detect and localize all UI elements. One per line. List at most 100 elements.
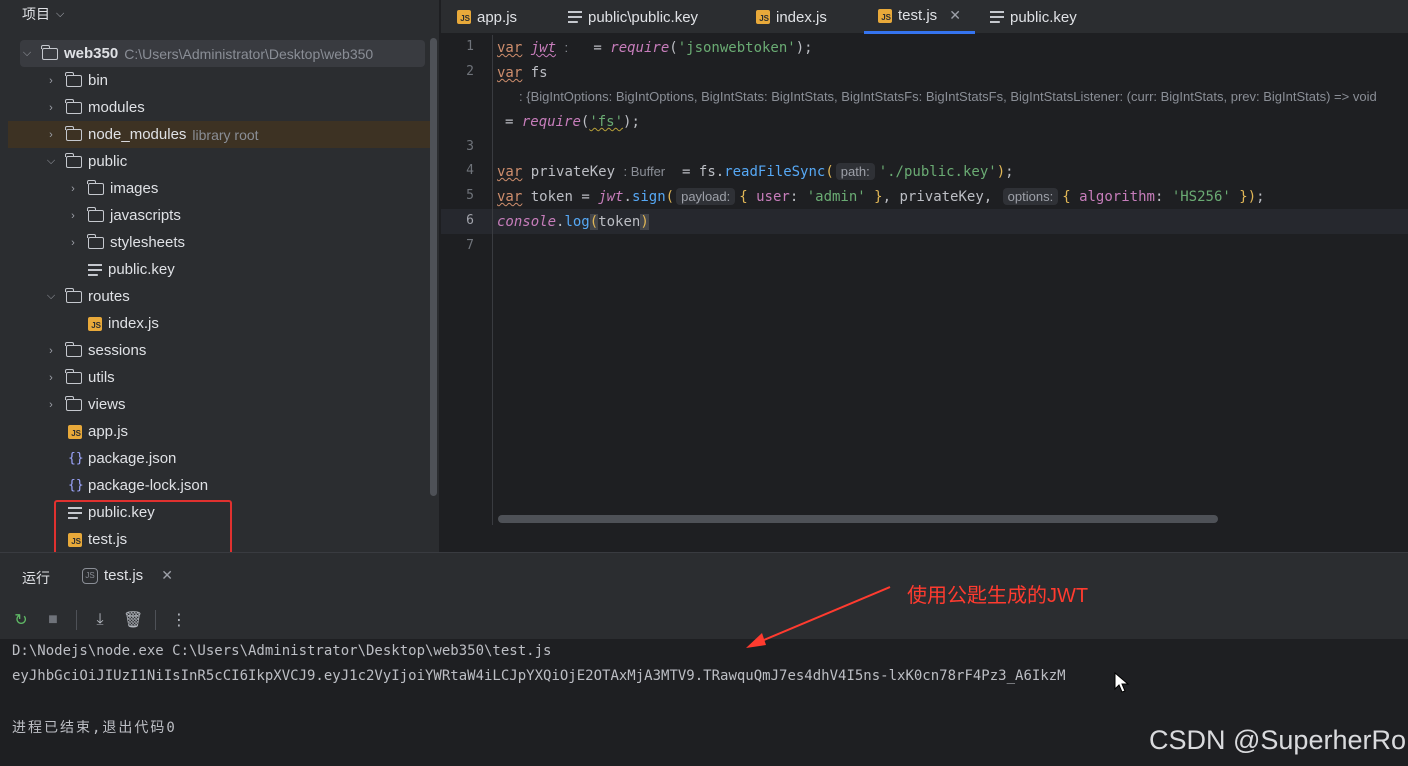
tree-item-public[interactable]: ⌵ public [8, 148, 425, 175]
folder-icon [65, 71, 82, 87]
folder-icon [65, 125, 82, 141]
line-number: 2 [466, 64, 474, 79]
type-hint-fs: : {BigIntOptions: BigIntOptions, BigIntS… [519, 89, 1377, 104]
tree-item-label: stylesheets [110, 234, 186, 251]
line-number: 4 [466, 163, 474, 178]
project-view-selector[interactable]: 项目 ⌵ [22, 4, 64, 24]
mouse-cursor-icon [1114, 672, 1130, 693]
js-file-icon: JS [68, 424, 82, 439]
line-number: 6 [466, 213, 474, 228]
run-tab-label: test.js [104, 567, 144, 584]
rerun-icon[interactable]: ↻ [12, 610, 30, 630]
tab-label: index.js [776, 8, 827, 26]
tab-public-key[interactable]: public.key [990, 0, 1077, 34]
nodejs-icon: JS [82, 567, 98, 584]
stop-icon[interactable]: ■ [44, 611, 62, 629]
chevron-down-icon: ⌵ [56, 7, 65, 20]
editor-tab-bar: JS app.js public\public.key JS index.js … [441, 0, 1408, 34]
console-line: 进程已结束,退出代码0 [12, 720, 177, 736]
code-editor[interactable]: 1 2 3 4 5 6 7 var jwt : = require('jsonw… [441, 35, 1408, 525]
close-icon[interactable]: ✕ [949, 7, 961, 24]
tree-item-index-js[interactable]: JS index.js [8, 310, 425, 337]
project-tool-window: 项目 ⌵ ⌵ web350 C:\Users\Administrator\Des… [0, 0, 440, 557]
chevron-right-icon[interactable]: › [44, 345, 58, 357]
run-title: 运行 [22, 570, 50, 586]
highlight-box [54, 500, 232, 557]
js-file-icon: JS [457, 10, 471, 24]
param-hint: path: [835, 163, 875, 180]
folder-icon [41, 44, 58, 60]
json-file-icon: {} [68, 451, 84, 466]
chevron-right-icon[interactable]: › [44, 129, 58, 141]
folder-icon [65, 341, 82, 357]
tab-public-public-key[interactable]: public\public.key [568, 0, 698, 34]
line-number: 1 [466, 39, 474, 54]
tree-item-package-lock-json[interactable]: {} package-lock.json [8, 472, 425, 499]
tab-label: app.js [477, 8, 518, 26]
more-options-icon[interactable]: ⋮ [170, 610, 188, 630]
tab-app-js[interactable]: JS app.js [457, 0, 517, 34]
tab-index-js[interactable]: JS index.js [756, 0, 827, 34]
tree-item-label: modules [88, 99, 145, 116]
line-number: 7 [466, 238, 474, 253]
js-file-icon: JS [878, 8, 892, 23]
scroll-to-end-icon[interactable]: ⤓ [91, 611, 109, 629]
tree-item-bin[interactable]: › bin [8, 67, 425, 94]
tree-item-label: node_modules [88, 126, 187, 143]
param-hint: payload: [676, 188, 736, 205]
folder-icon [87, 233, 104, 249]
js-file-icon: JS [756, 10, 770, 24]
chevron-right-icon[interactable]: › [66, 210, 80, 222]
chevron-right-icon[interactable]: › [44, 372, 58, 384]
tree-item-label: public.key [108, 261, 175, 278]
run-tab-test-js[interactable]: JS test.js ✕ [82, 567, 173, 584]
json-file-icon: {} [68, 478, 84, 493]
tree-item-public-key-nested[interactable]: public.key [8, 256, 425, 283]
chevron-right-icon[interactable]: › [44, 75, 58, 87]
chevron-right-icon[interactable]: › [44, 102, 58, 114]
text-file-icon [568, 11, 582, 23]
tree-item-modules[interactable]: › modules [8, 94, 425, 121]
toolbar-separator [155, 610, 156, 630]
tree-item-images[interactable]: › images [8, 175, 425, 202]
close-icon[interactable]: ✕ [161, 567, 173, 584]
chevron-down-icon[interactable]: ⌵ [44, 290, 58, 303]
chevron-right-icon[interactable]: › [66, 237, 80, 249]
chevron-down-icon[interactable]: ⌵ [44, 155, 58, 168]
run-toolbar: ↻ ■ ⤓ 🗑 ⋮ [0, 601, 1408, 639]
tree-item-path: C:\Users\Administrator\Desktop\web350 [124, 45, 374, 62]
tree-item-package-json[interactable]: {} package.json [8, 445, 425, 472]
project-header-label: 项目 [22, 6, 50, 22]
chevron-right-icon[interactable]: › [44, 399, 58, 411]
tree-item-views[interactable]: › views [8, 391, 425, 418]
chevron-down-icon[interactable]: ⌵ [20, 47, 34, 60]
editor-horizontal-scrollbar[interactable] [498, 515, 1218, 523]
tree-item-label: utils [88, 369, 115, 386]
tree-item-node-modules[interactable]: › node_modules library root [8, 121, 431, 148]
folder-icon [65, 152, 82, 168]
js-file-icon: JS [88, 316, 102, 331]
tree-item-label: views [88, 396, 126, 413]
tree-item-label: public [88, 153, 128, 170]
annotation-arrow [746, 586, 891, 648]
tree-item-routes[interactable]: ⌵ routes [8, 283, 425, 310]
project-scrollbar[interactable] [430, 38, 437, 496]
tab-test-js[interactable]: JS test.js ✕ [864, 0, 975, 34]
tree-item-label: app.js [88, 423, 129, 440]
tree-item-javascripts[interactable]: › javascripts [8, 202, 425, 229]
trash-icon[interactable]: 🗑 [123, 610, 143, 630]
tree-item-utils[interactable]: › utils [8, 364, 425, 391]
tab-label: public.key [1010, 8, 1077, 26]
tab-label: test.js [898, 7, 938, 24]
code-line-1: var jwt : = require('jsonwebtoken'); [497, 40, 813, 56]
line-number-gutter: 1 2 3 4 5 6 7 [441, 35, 493, 525]
tree-item-label: routes [88, 288, 130, 305]
chevron-right-icon[interactable]: › [66, 183, 80, 195]
tree-item-sessions[interactable]: › sessions [8, 337, 425, 364]
folder-icon [87, 206, 104, 222]
type-hint: : Buffer [623, 164, 666, 179]
tree-item-web350[interactable]: ⌵ web350 C:\Users\Administrator\Desktop\… [20, 40, 425, 67]
toolbar-separator [76, 610, 77, 630]
tree-item-app-js[interactable]: JS app.js [8, 418, 425, 445]
tree-item-stylesheets[interactable]: › stylesheets [8, 229, 425, 256]
